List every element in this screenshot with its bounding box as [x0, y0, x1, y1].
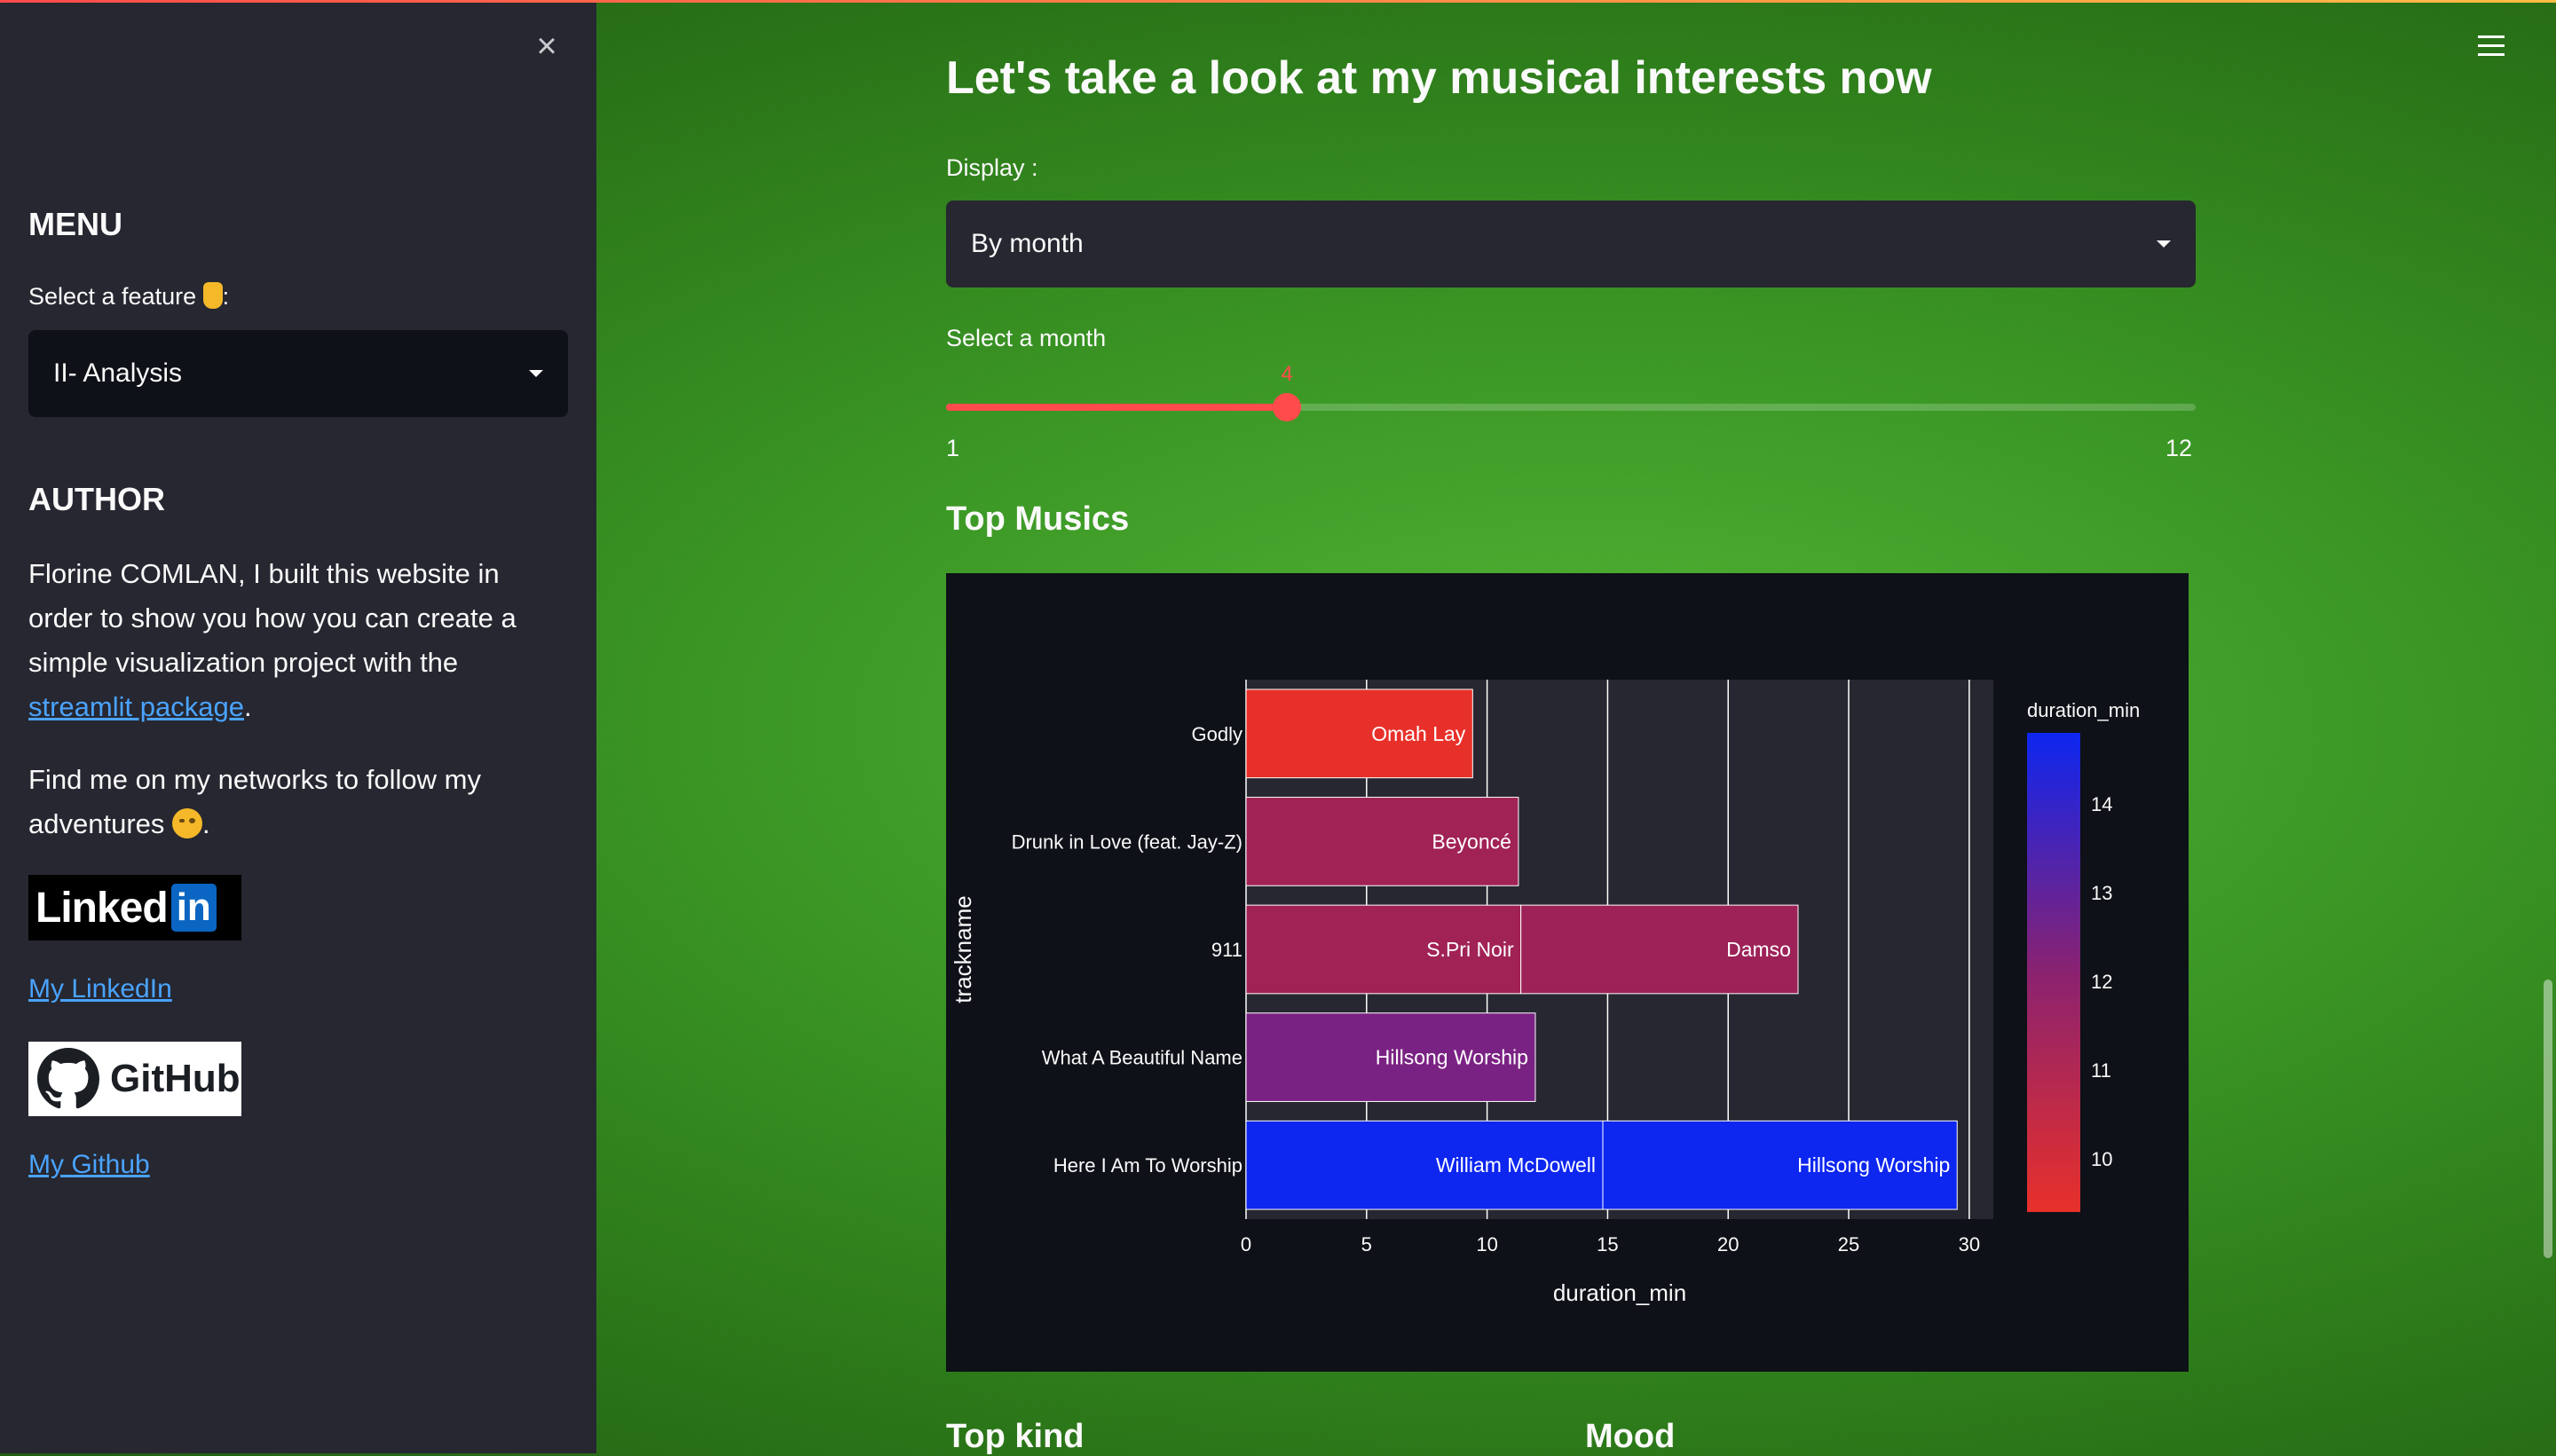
- page-title: Let's take a look at my musical interest…: [946, 52, 1932, 104]
- colorbar-tick-label: 11: [2091, 1059, 2111, 1082]
- bar-data-label: S.Pri Noir: [1426, 938, 1514, 961]
- feature-select[interactable]: II- Analysis: [28, 330, 568, 417]
- github-link[interactable]: My Github: [28, 1150, 150, 1180]
- slider-fill: [946, 404, 1287, 411]
- main-menu-icon[interactable]: [2478, 35, 2505, 57]
- chart-svg: 0 5 10 15 20 25 30 Omah Lay Beyoncé S.Pri Noir Dam…: [950, 680, 2140, 1306]
- colorbar-tick-label: 14: [2091, 793, 2112, 815]
- y-tick-label: Drunk in Love (feat. Jay-Z): [1012, 830, 1242, 853]
- linkedin-link[interactable]: My LinkedIn: [28, 974, 172, 1004]
- y-tick-label: Godly: [1192, 723, 1242, 745]
- y-axis-label: trackname: [950, 895, 976, 1003]
- x-tick-label: 10: [1476, 1233, 1497, 1255]
- feature-select-value: II- Analysis: [53, 358, 183, 388]
- scrollbar[interactable]: [2544, 980, 2552, 1258]
- bar-data-label: Hillsong Worship: [1797, 1153, 1950, 1177]
- slider-value-label: 4: [1281, 362, 1293, 386]
- x-tick-label: 25: [1838, 1233, 1859, 1255]
- mood-title: Mood: [1585, 1418, 1676, 1455]
- x-tick-label: 30: [1959, 1233, 1980, 1255]
- x-axis-label: duration_min: [1553, 1279, 1686, 1306]
- author-text: Florine COMLAN, I built this website in …: [28, 558, 517, 722]
- x-tick-label: 5: [1361, 1233, 1372, 1255]
- feature-label: Select a feature :: [28, 282, 230, 310]
- slider-max-label: 12: [2166, 435, 2193, 461]
- chevron-down-icon: [2157, 240, 2171, 248]
- month-slider[interactable]: [946, 393, 2196, 421]
- y-tick-label: Here I Am To Worship: [1053, 1154, 1242, 1177]
- sidebar: × MENU Select a feature : II- Analysis A…: [0, 0, 596, 1453]
- y-tick-label: What A Beautiful Name: [1042, 1047, 1242, 1069]
- close-sidebar-icon[interactable]: ×: [529, 28, 564, 64]
- bar-data-label: Damso: [1726, 938, 1791, 961]
- x-tick-label: 20: [1717, 1233, 1739, 1255]
- bar-data-label: William McDowell: [1436, 1153, 1596, 1177]
- colorbar-tick-label: 10: [2091, 1148, 2112, 1170]
- x-tick-label: 0: [1241, 1233, 1251, 1255]
- colorbar-tick-label: 12: [2091, 971, 2112, 993]
- top-musics-chart: 0 5 10 15 20 25 30 Omah Lay Beyoncé S.Pri Noir Dam…: [946, 573, 2189, 1372]
- pointing-down-icon: [202, 282, 223, 309]
- smirk-emoji-icon: [172, 808, 203, 838]
- slider-thumb[interactable]: [1273, 393, 1301, 421]
- top-kind-title: Top kind: [946, 1418, 1085, 1455]
- streamlit-package-link[interactable]: streamlit package: [28, 691, 244, 722]
- display-select-value: By month: [971, 229, 1084, 258]
- top-musics-title: Top Musics: [946, 500, 1130, 538]
- colorbar-title: duration_min: [2027, 699, 2140, 721]
- menu-title: MENU: [28, 206, 122, 242]
- colorbar: [2027, 733, 2080, 1212]
- display-label: Display :: [946, 154, 1038, 181]
- follow-text: Find me on my networks to follow my adve…: [28, 764, 481, 839]
- top-decoration-bar: [0, 0, 2556, 3]
- y-tick-label: 911: [1211, 939, 1242, 961]
- author-title: AUTHOR: [28, 481, 165, 517]
- linkedin-badge: Linked in: [28, 875, 241, 940]
- slider-min-label: 1: [946, 435, 960, 461]
- github-badge: GitHub: [28, 1042, 241, 1116]
- github-icon: [37, 1048, 99, 1109]
- colorbar-tick-label: 13: [2091, 882, 2112, 904]
- bar-data-label: Hillsong Worship: [1376, 1046, 1528, 1069]
- bar-data-label: Omah Lay: [1371, 722, 1466, 745]
- chevron-down-icon: [529, 370, 543, 377]
- month-label: Select a month: [946, 325, 1107, 351]
- display-select[interactable]: By month: [946, 201, 2196, 287]
- bar-data-label: Beyoncé: [1432, 830, 1511, 853]
- x-tick-label: 15: [1597, 1233, 1618, 1255]
